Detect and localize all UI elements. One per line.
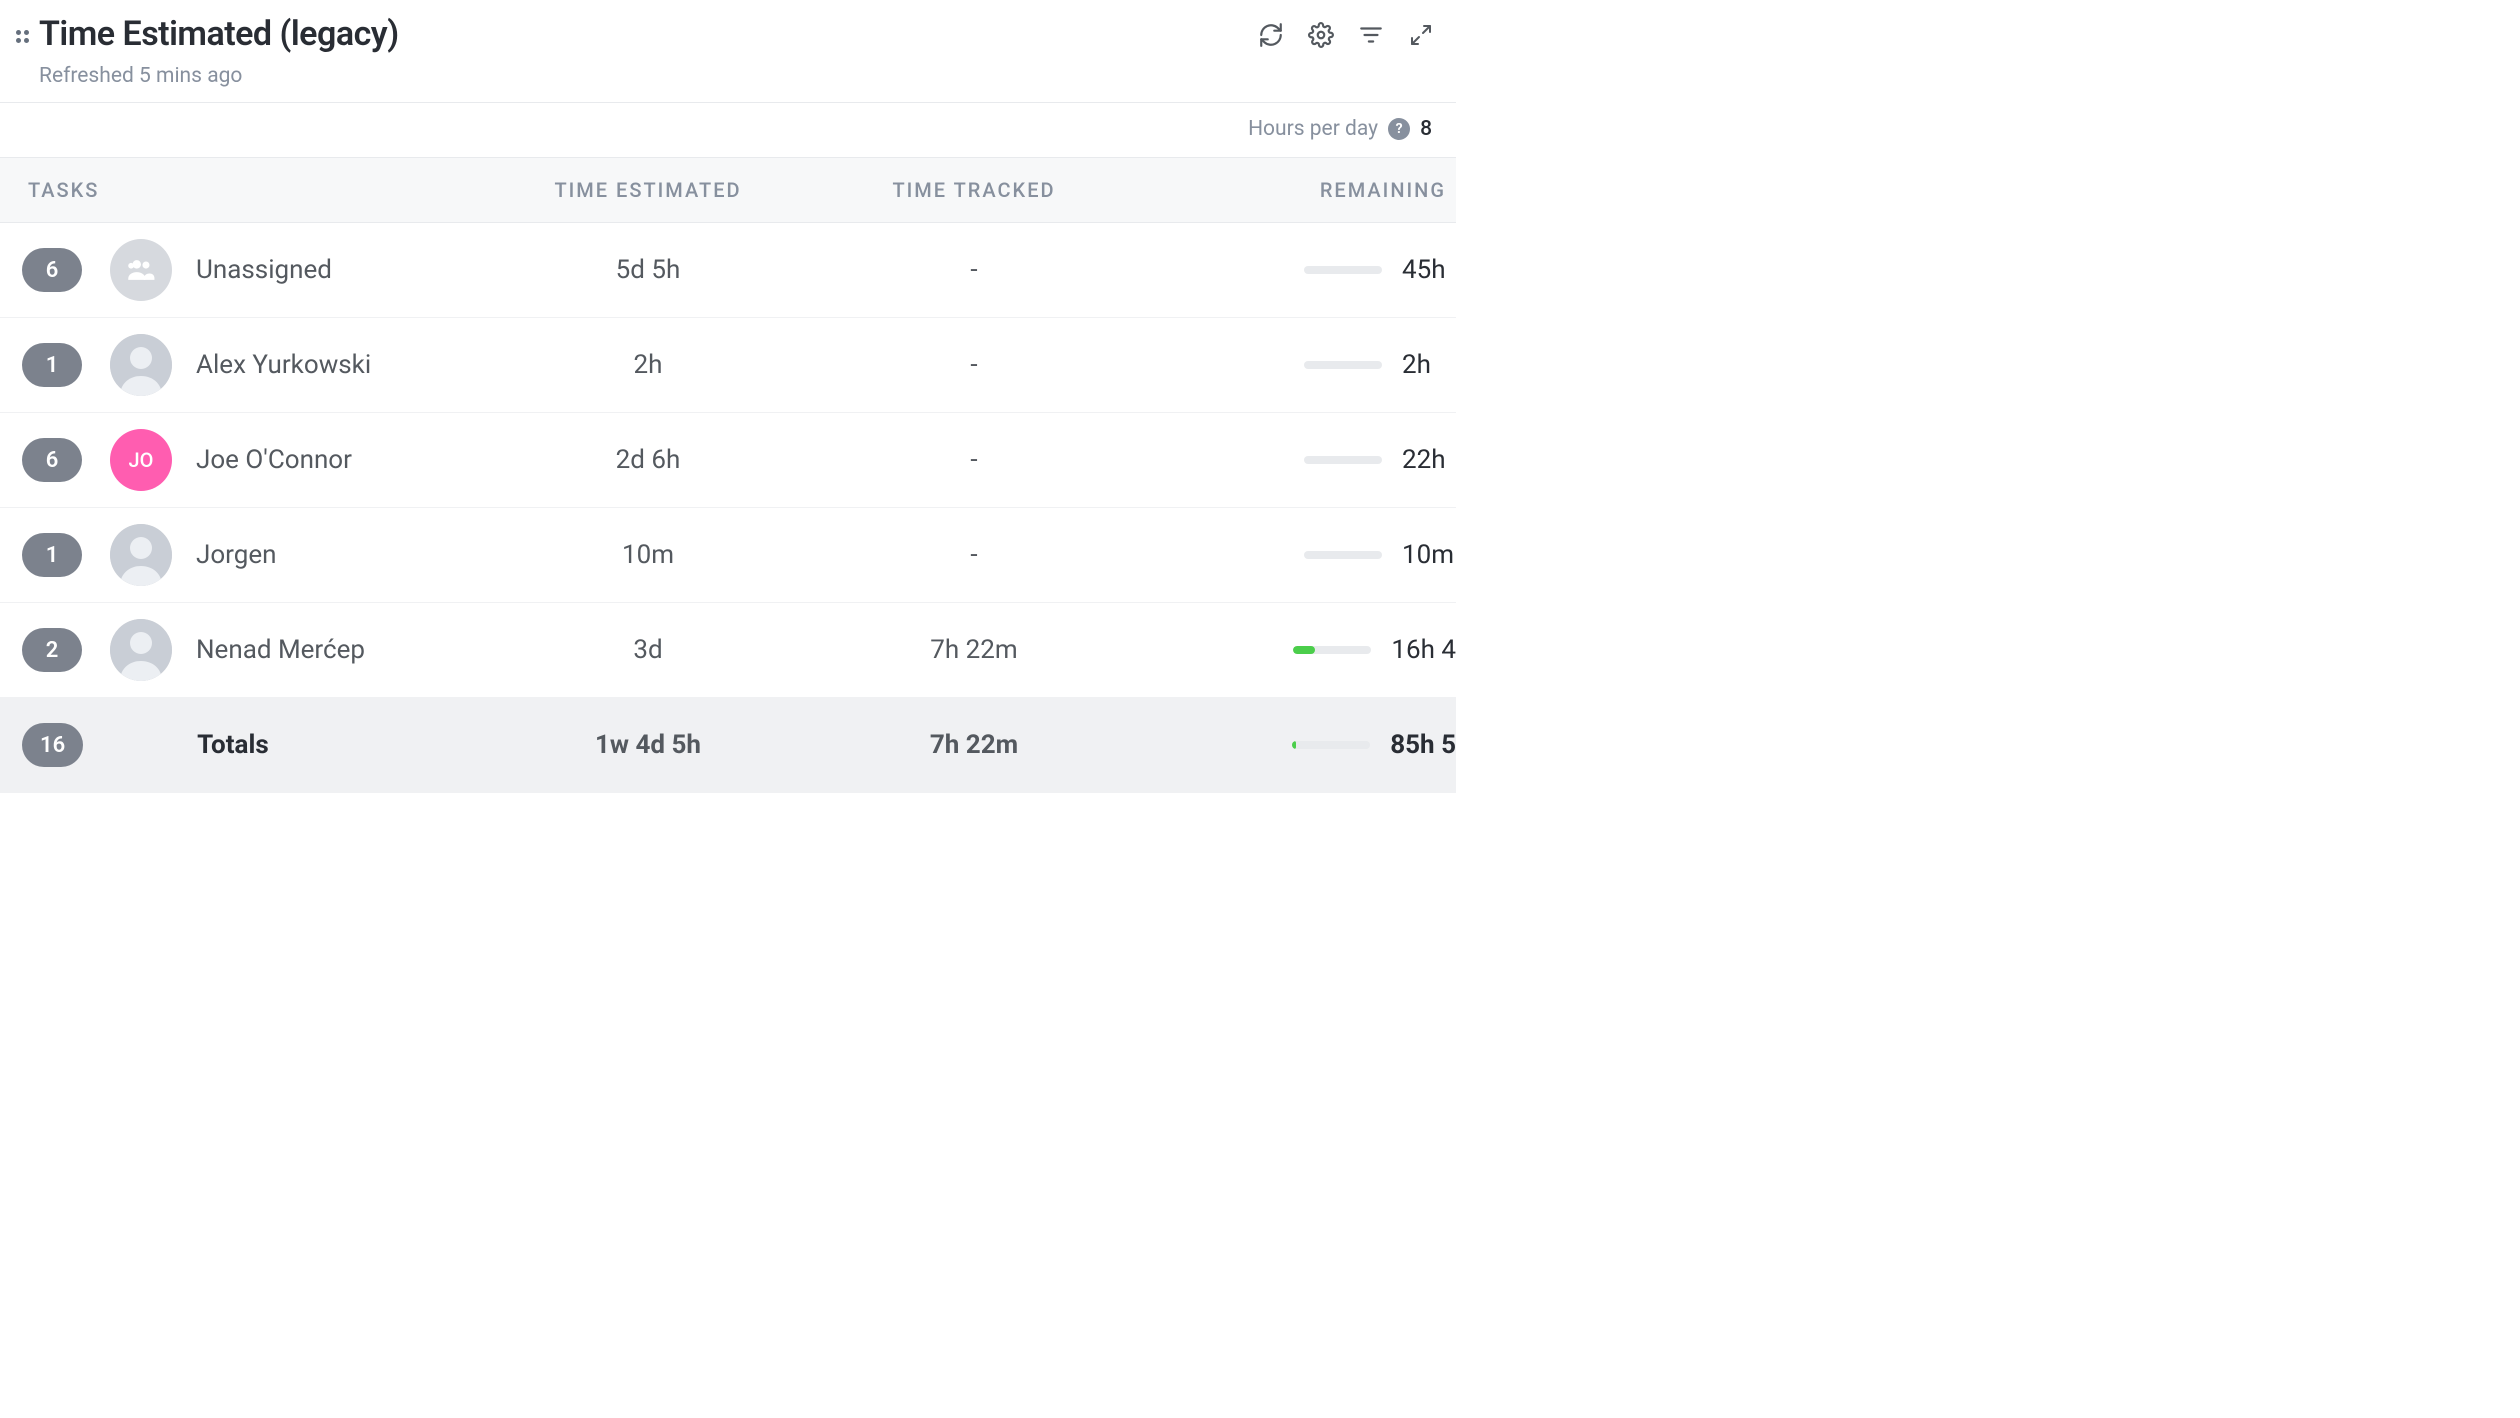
table-row[interactable]: 2 Nenad Merćep 3d 7h 22m 16h 4: [0, 603, 1456, 698]
totals-tracked: 7h 22m: [798, 730, 1150, 760]
refresh-icon[interactable]: [1256, 20, 1286, 50]
cell-estimated: 2d 6h: [498, 445, 798, 475]
cell-estimated: 2h: [498, 350, 798, 380]
cell-tracked: -: [798, 350, 1150, 380]
totals-remaining: 85h 5: [1390, 730, 1456, 760]
col-estimated: TIME ESTIMATED: [498, 178, 798, 202]
progress-bar: [1304, 266, 1382, 274]
cell-estimated: 3d: [498, 635, 798, 665]
help-icon[interactable]: ?: [1388, 118, 1410, 140]
task-count-badge: 1: [22, 533, 82, 577]
avatar[interactable]: [110, 239, 172, 301]
col-remaining: REMAINING: [1150, 178, 1456, 202]
cell-tracked: 7h 22m: [798, 635, 1150, 665]
gear-icon[interactable]: [1306, 20, 1336, 50]
avatar[interactable]: [110, 524, 172, 586]
totals-progress: [1292, 741, 1370, 749]
totals-label: Totals: [197, 730, 498, 760]
progress-bar: [1304, 456, 1382, 464]
hours-per-day-bar: Hours per day ? 8: [0, 103, 1456, 157]
avatar[interactable]: [110, 619, 172, 681]
progress-bar: [1293, 646, 1371, 654]
assignee-name: Nenad Merćep: [196, 635, 498, 665]
refreshed-label: Refreshed 5 mins ago: [39, 64, 399, 88]
progress-bar: [1304, 551, 1382, 559]
cell-tracked: -: [798, 255, 1150, 285]
totals-row: 16 Totals 1w 4d 5h 7h 22m 85h 5: [0, 698, 1456, 793]
expand-icon[interactable]: [1406, 20, 1436, 50]
assignee-name: Joe O'Connor: [196, 445, 498, 475]
widget-title: Time Estimated (legacy): [39, 14, 399, 54]
totals-count: 16: [22, 723, 83, 767]
table-row[interactable]: 1 Alex Yurkowski 2h - 2h: [0, 318, 1456, 413]
task-count-badge: 6: [22, 438, 82, 482]
task-count-badge: 6: [22, 248, 82, 292]
avatar[interactable]: JO: [110, 429, 172, 491]
cell-remaining: 22h: [1402, 445, 1456, 475]
table-header: TASKS TIME ESTIMATED TIME TRACKED REMAIN…: [0, 157, 1456, 223]
cell-remaining: 10m: [1402, 540, 1456, 570]
filter-icon[interactable]: [1356, 20, 1386, 50]
cell-tracked: -: [798, 540, 1150, 570]
table-row[interactable]: 1 Jorgen 10m - 10m: [0, 508, 1456, 603]
table-row[interactable]: 6 Unassigned 5d 5h - 45h: [0, 223, 1456, 318]
hours-per-day-value: 8: [1420, 117, 1432, 141]
hours-per-day-label: Hours per day: [1248, 117, 1378, 141]
drag-handle[interactable]: [10, 14, 29, 43]
table-row[interactable]: 6 JO Joe O'Connor 2d 6h - 22h: [0, 413, 1456, 508]
col-tasks: TASKS: [28, 178, 498, 202]
assignee-name: Jorgen: [196, 540, 498, 570]
assignee-name: Alex Yurkowski: [196, 350, 498, 380]
header-actions: [1256, 14, 1436, 50]
totals-estimated: 1w 4d 5h: [498, 730, 798, 760]
cell-remaining: 16h 4: [1391, 635, 1456, 665]
cell-remaining: 2h: [1402, 350, 1456, 380]
avatar[interactable]: [110, 334, 172, 396]
cell-estimated: 5d 5h: [498, 255, 798, 285]
cell-estimated: 10m: [498, 540, 798, 570]
cell-tracked: -: [798, 445, 1150, 475]
col-tracked: TIME TRACKED: [798, 178, 1150, 202]
progress-bar: [1304, 361, 1382, 369]
cell-remaining: 45h: [1402, 255, 1456, 285]
task-count-badge: 1: [22, 343, 82, 387]
widget-header: Time Estimated (legacy) Refreshed 5 mins…: [0, 0, 1456, 103]
assignee-name: Unassigned: [196, 255, 498, 285]
task-count-badge: 2: [22, 628, 82, 672]
